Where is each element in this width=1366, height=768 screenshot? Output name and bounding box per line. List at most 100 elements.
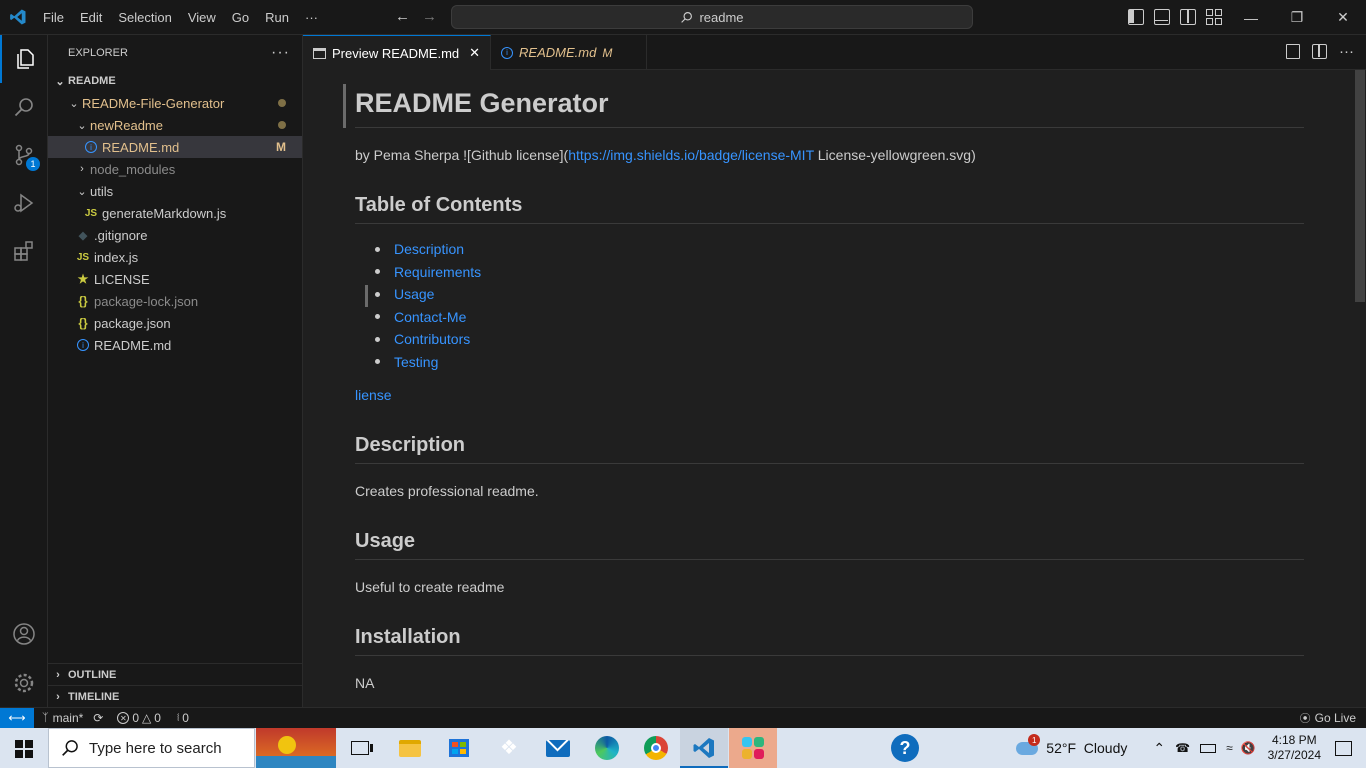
toggle-primary-sidebar-icon[interactable]	[1128, 9, 1144, 25]
notifications-icon[interactable]	[1335, 740, 1352, 756]
help-icon[interactable]: ?	[889, 732, 921, 764]
forward-arrow-icon[interactable]: →	[422, 8, 437, 25]
tree-item[interactable]: ⌄ READMe-File-Generator	[48, 92, 302, 114]
wifi-icon[interactable]: ≈	[1226, 741, 1233, 755]
close-icon[interactable]: ✕	[1320, 0, 1366, 35]
tree-item[interactable]: i README.md	[48, 334, 302, 356]
vscode-taskbar-active[interactable]	[680, 728, 728, 768]
file-explorer-icon[interactable]	[394, 732, 426, 764]
problems-status[interactable]: ✕ 0 △ 0	[117, 711, 161, 725]
activity-search[interactable]	[0, 83, 48, 131]
back-arrow-icon[interactable]: ←	[395, 8, 410, 25]
menu-edit[interactable]: Edit	[72, 0, 110, 35]
menu-selection[interactable]: Selection	[110, 0, 179, 35]
windows-taskbar: Type here to search ❖ ? 1 52°F Cloudy ⌃ …	[0, 728, 1366, 768]
open-source-icon[interactable]	[1286, 44, 1300, 59]
tree-item[interactable]: {} package.json	[48, 312, 302, 334]
line-indicator	[365, 285, 368, 307]
toc-link[interactable]: Usage	[394, 286, 434, 302]
minimize-icon[interactable]: —	[1228, 0, 1274, 35]
activity-explorer[interactable]	[0, 35, 48, 83]
windows-start-icon[interactable]	[15, 740, 33, 758]
menu-file[interactable]: File	[35, 0, 72, 35]
toggle-panel-icon[interactable]	[1154, 9, 1170, 25]
tree-item[interactable]: i README.md M	[48, 136, 302, 158]
menu-view[interactable]: View	[180, 0, 224, 35]
customize-layout-icon[interactable]	[1206, 9, 1222, 25]
command-center-search[interactable]: readme	[451, 5, 973, 29]
chrome-icon[interactable]	[640, 732, 672, 764]
account-icon	[13, 623, 35, 645]
close-icon[interactable]: ✕	[469, 45, 480, 61]
preview-scrollbar[interactable]	[1354, 70, 1366, 707]
liense-link[interactable]: liense	[355, 387, 392, 403]
scrollbar-thumb[interactable]	[1355, 70, 1365, 302]
microsoft-store-icon[interactable]	[443, 732, 475, 764]
branch-status[interactable]: ᛉ main* ⟳	[42, 711, 103, 725]
toc-link[interactable]: Contributors	[394, 331, 470, 347]
workspace-root[interactable]: ⌄ README	[48, 70, 302, 92]
restore-icon[interactable]: ❐	[1274, 0, 1320, 35]
toc-link[interactable]: Requirements	[394, 264, 481, 280]
activity-source-control[interactable]: 1	[0, 131, 48, 179]
toggle-secondary-sidebar-icon[interactable]	[1180, 9, 1196, 25]
toc-link[interactable]: Testing	[394, 354, 438, 370]
go-live-button[interactable]: ⦿ Go Live	[1300, 710, 1356, 726]
error-count: 0	[132, 711, 140, 725]
mail-icon[interactable]	[542, 732, 574, 764]
show-hidden-icons[interactable]: ⌃	[1153, 740, 1165, 757]
tree-item[interactable]: JS index.js	[48, 246, 302, 268]
sync-icon[interactable]: ⟳	[93, 711, 103, 725]
more-actions-icon[interactable]: ···	[271, 44, 290, 62]
edge-icon[interactable]	[591, 732, 623, 764]
dropbox-icon[interactable]: ❖	[493, 732, 525, 764]
meet-now-icon[interactable]: ☎	[1175, 741, 1190, 755]
chevron-down-icon: ⌄	[77, 185, 87, 198]
toc-link[interactable]: Description	[394, 241, 464, 257]
task-view-icon[interactable]	[344, 732, 376, 764]
tree-item[interactable]: ◆ .gitignore	[48, 224, 302, 246]
activity-accounts[interactable]	[0, 610, 48, 658]
tree-item[interactable]: › node_modules	[48, 158, 302, 180]
timeline-section[interactable]: › TIMELINE	[48, 685, 303, 707]
split-editor-icon[interactable]	[1312, 44, 1327, 59]
more-actions-icon[interactable]: ···	[1339, 44, 1354, 59]
toc-link[interactable]: Contact-Me	[394, 309, 466, 325]
activity-manage[interactable]	[0, 659, 48, 707]
clock[interactable]: 4:18 PM 3/27/2024	[1268, 733, 1321, 763]
license-link[interactable]: https://img.shields.io/badge/license-MIT	[568, 147, 814, 163]
tree-item-label: LICENSE	[94, 271, 150, 287]
tab-preview-readme[interactable]: Preview README.md ✕	[303, 35, 492, 70]
js-file-icon: JS	[76, 251, 90, 263]
menu-go[interactable]: Go	[224, 0, 257, 35]
menu-run[interactable]: Run	[257, 0, 297, 35]
bullet	[375, 314, 380, 319]
volume-muted-icon[interactable]: 🔇	[1241, 741, 1256, 755]
activity-extensions[interactable]	[0, 227, 48, 275]
remote-indicator-icon[interactable]: ⟷	[0, 707, 34, 729]
toc-heading: Table of Contents	[355, 194, 523, 216]
title-bar: File Edit Selection View Go Run ··· ← → …	[0, 0, 1366, 35]
activity-run-debug[interactable]	[0, 179, 48, 227]
tree-item[interactable]: ★ LICENSE	[48, 268, 302, 290]
tree-item[interactable]: ⌄ newReadme	[48, 114, 302, 136]
search-highlight-image[interactable]	[256, 728, 336, 768]
search-text: readme	[699, 9, 744, 25]
license-icon: ★	[77, 272, 89, 286]
slack-taskbar[interactable]	[729, 728, 777, 768]
antenna-icon: ⧙	[176, 711, 180, 724]
taskbar-search[interactable]: Type here to search	[48, 728, 255, 768]
ports-status[interactable]: ⧙ 0	[177, 711, 189, 725]
tree-item[interactable]: JS generateMarkdown.js	[48, 202, 302, 224]
outline-section[interactable]: › OUTLINE	[48, 663, 303, 685]
menu-bar: File Edit Selection View Go Run ···	[35, 0, 326, 35]
time-text: 4:18 PM	[1271, 733, 1317, 747]
weather-widget[interactable]: 1 52°F Cloudy	[1016, 734, 1127, 756]
tree-item[interactable]: ⌄ utils	[48, 180, 302, 202]
divider	[355, 127, 1304, 128]
battery-icon[interactable]	[1200, 743, 1217, 753]
tree-item[interactable]: {} package-lock.json	[48, 290, 302, 312]
js-file-icon: JS	[84, 207, 98, 219]
menu-more[interactable]: ···	[297, 0, 326, 35]
tab-readme-md[interactable]: i README.md M	[491, 35, 648, 70]
